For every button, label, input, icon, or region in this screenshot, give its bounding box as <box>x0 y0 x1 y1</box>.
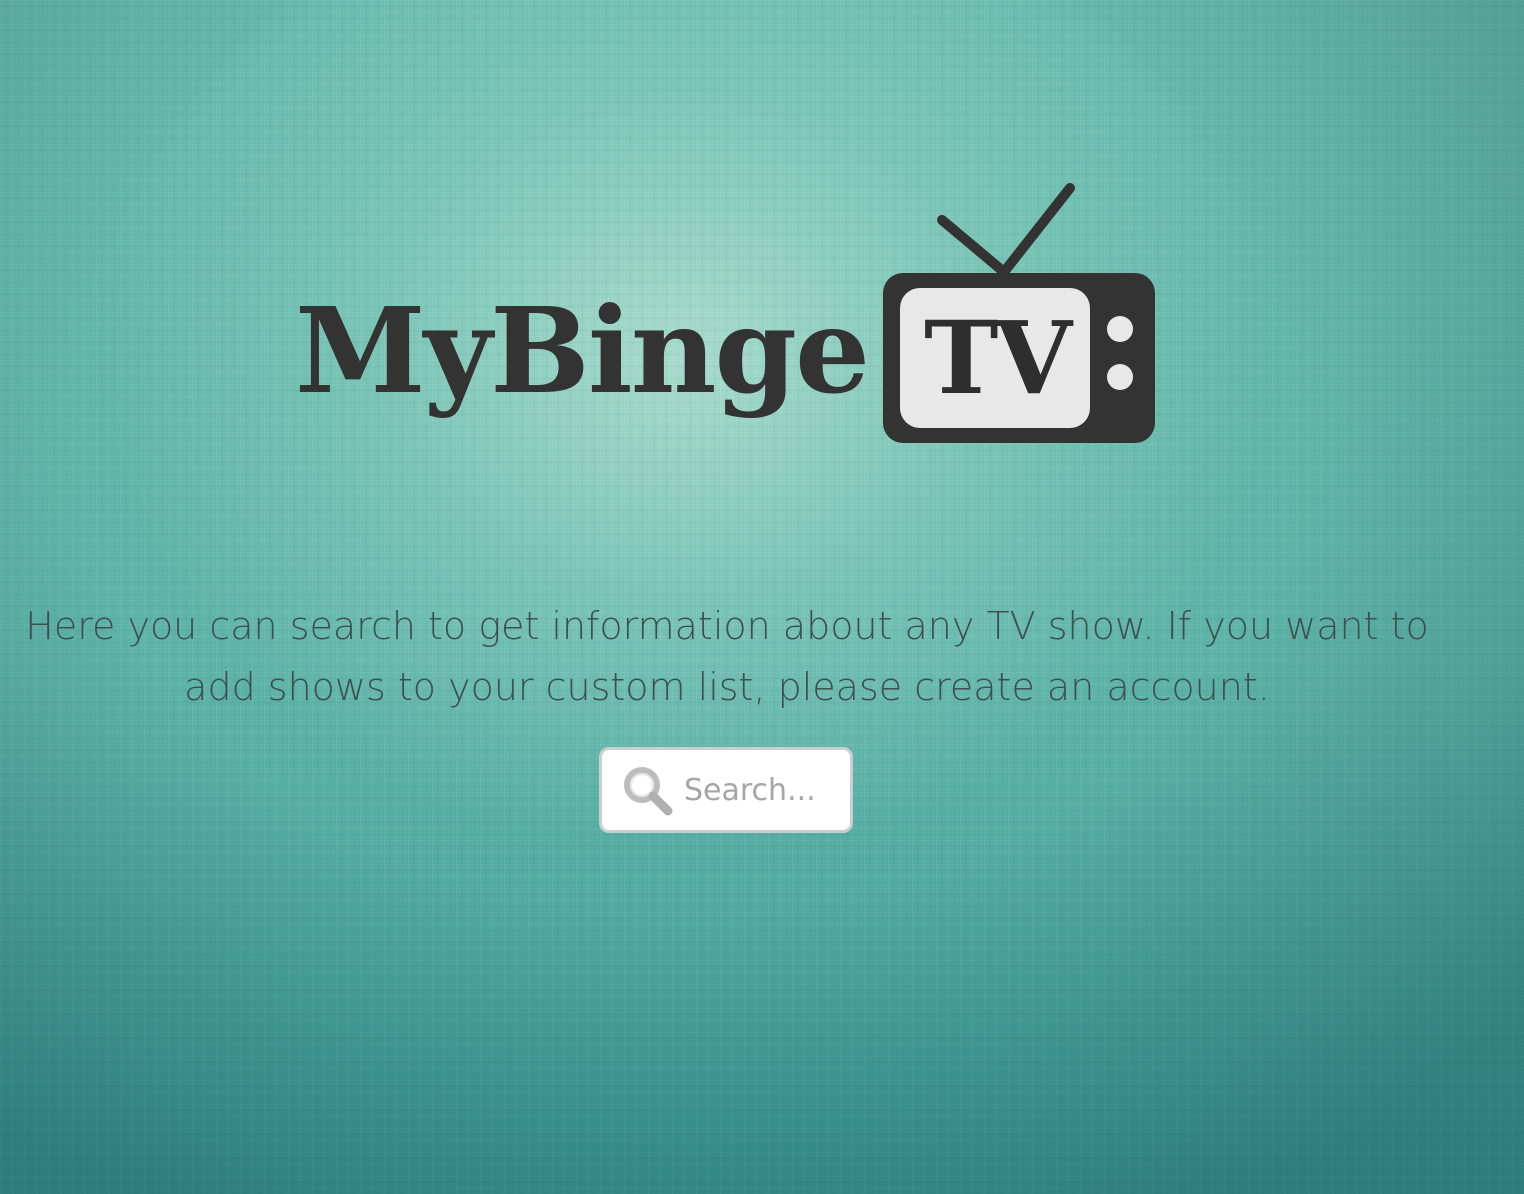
tv-screen-text: TV <box>923 299 1072 417</box>
search-icon <box>618 761 676 819</box>
search-box[interactable] <box>599 747 853 833</box>
intro-text: Here you can search to get information a… <box>0 596 1454 718</box>
app-logo: MyBinge TV <box>295 180 1165 450</box>
logo-wordmark: MyBinge <box>295 281 870 420</box>
tv-icon: TV <box>880 180 1160 450</box>
intro-line-2: add shows to your custom list, please cr… <box>184 665 1270 709</box>
search-input[interactable] <box>682 771 846 809</box>
intro-line-1: Here you can search to get information a… <box>25 604 1429 648</box>
